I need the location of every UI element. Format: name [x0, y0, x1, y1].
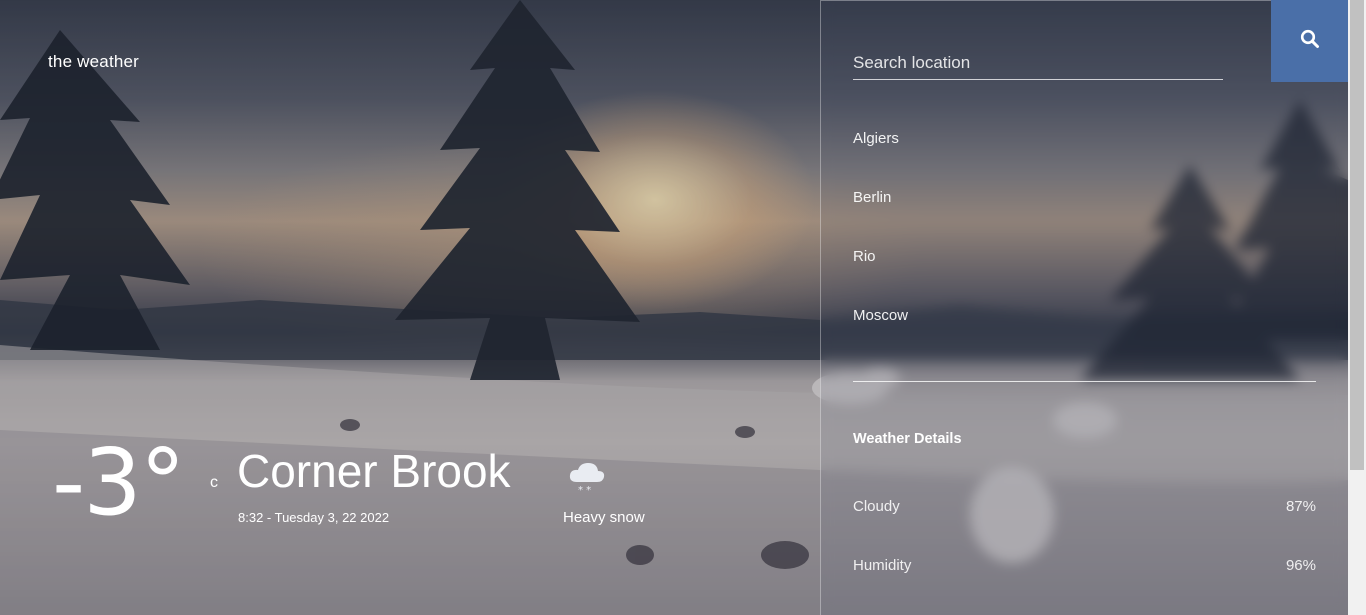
search-button[interactable] — [1271, 0, 1348, 82]
scrollbar-thumb[interactable] — [1350, 0, 1364, 470]
detail-label: Humidity — [853, 557, 912, 574]
detail-value: 96% — [1285, 557, 1316, 574]
condition-text: Heavy snow — [563, 509, 645, 526]
detail-label: Cloudy — [853, 498, 900, 515]
weather-details-title: Weather Details — [853, 431, 962, 447]
location-item-rio[interactable]: Rio — [853, 248, 876, 265]
detail-row-humidity: Humidity 96% — [853, 557, 1316, 577]
location-item-moscow[interactable]: Moscow — [853, 307, 908, 324]
temperature-unit: c — [210, 474, 218, 491]
search-icon — [1300, 29, 1320, 53]
search-input[interactable] — [853, 46, 1223, 80]
location-item-algiers[interactable]: Algiers — [853, 130, 899, 147]
scrollbar[interactable] — [1348, 0, 1366, 615]
snow-cloud-icon: * * — [567, 460, 607, 500]
brand-logo[interactable]: the weather — [48, 52, 139, 72]
location-item-berlin[interactable]: Berlin — [853, 189, 891, 206]
detail-row-cloudy: Cloudy 87% — [853, 498, 1316, 518]
detail-value: 87% — [1285, 498, 1316, 515]
temperature-value: -3° — [52, 429, 186, 536]
city-name: Corner Brook — [237, 445, 511, 497]
date-time: 8:32 - Tuesday 3, 22 2022 — [238, 510, 390, 525]
divider — [853, 381, 1316, 382]
svg-text:* *: * * — [578, 485, 591, 496]
